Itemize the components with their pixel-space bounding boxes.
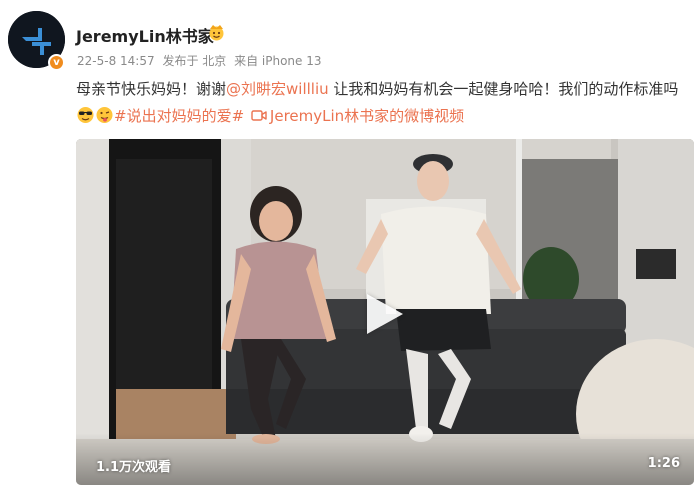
- video-link[interactable]: JeremyLin林书家的微博视频: [270, 107, 464, 125]
- crown-emoji-icon: [209, 25, 224, 41]
- username[interactable]: JeremyLin林书家: [76, 23, 214, 47]
- tongue-emoji-icon: [96, 107, 113, 123]
- sunglasses-emoji-icon: [77, 107, 94, 123]
- post-text-part1: 母亲节快乐妈妈！谢谢: [76, 80, 227, 98]
- hashtag-link[interactable]: #说出对妈妈的爱#: [114, 107, 244, 125]
- post-text-part2: 让我和妈妈有机会一起健身哈哈！我们的动作标准吗: [328, 80, 679, 98]
- view-count: 1.1万次观看: [96, 460, 172, 475]
- post-text: 母亲节快乐妈妈！谢谢@刘畊宏willliu 让我和妈妈有机会一起健身哈哈！我们的…: [76, 76, 688, 130]
- video-player[interactable]: 1.1万次观看 1:26: [76, 139, 694, 485]
- video-duration: 1:26: [647, 456, 680, 471]
- mention-link[interactable]: @刘畊宏willliu: [226, 80, 329, 98]
- play-icon[interactable]: [367, 294, 403, 334]
- video-link-icon: [251, 110, 267, 121]
- post-location: 发布于 北京: [162, 54, 227, 68]
- post-meta: 22-5-8 14:57 发布于 北京 来自 iPhone 13: [77, 52, 326, 69]
- verified-badge-icon: v: [48, 54, 65, 71]
- post-source: 来自 iPhone 13: [234, 54, 322, 68]
- post-timestamp[interactable]: 22-5-8 14:57: [77, 54, 155, 68]
